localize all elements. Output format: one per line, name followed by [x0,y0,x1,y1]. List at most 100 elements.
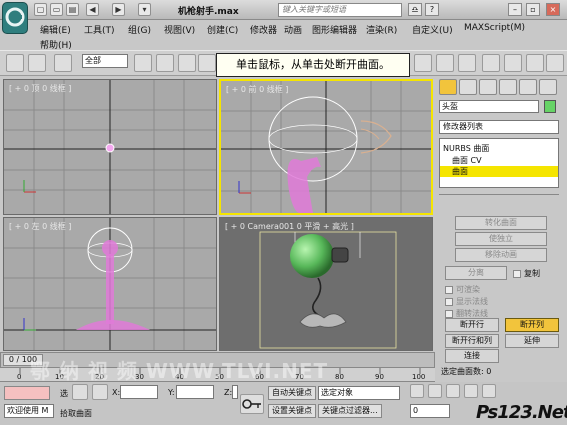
z-label: Z: [224,388,233,397]
tick-label: 90 [375,373,384,381]
viewport-camera[interactable]: [ + 0 Camera001 0 平滑 + 高光 ] [219,217,433,351]
viewport-top[interactable]: [ + 0 顶 0 线框 ] [3,79,217,215]
maxscript-listener[interactable] [4,386,50,400]
viewport-label[interactable]: [ + 0 前 0 线框 ] [226,84,288,95]
minimize-button[interactable]: – [508,3,522,16]
current-frame-field[interactable]: 0 [410,404,450,418]
key-filters-button[interactable]: 关键点过滤器... [318,404,382,418]
create-tab-icon[interactable] [439,79,457,95]
x-label: X: [112,388,121,397]
menu-tools[interactable]: 工具(T) [84,23,115,36]
modify-tab-icon[interactable] [459,79,477,95]
detach-button[interactable]: 分离 [445,266,507,280]
stack-item-surface[interactable]: 曲面 [440,166,558,177]
app-logo-icon[interactable] [2,2,28,34]
go-to-end-icon[interactable] [482,384,496,398]
hierarchy-tab-icon[interactable] [479,79,497,95]
key-icon[interactable] [240,394,264,414]
maximize-button[interactable]: ▫ [526,3,540,16]
stack-item-nurbs[interactable]: NURBS 曲面 [443,143,489,154]
selection-filter-dropdown[interactable]: 全部 [82,54,128,68]
camera-viewport-canvas [259,231,397,349]
utilities-tab-icon[interactable] [539,79,557,95]
viewport-label[interactable]: [ + 0 顶 0 线框 ] [9,83,71,94]
viewport-label[interactable]: [ + 0 左 0 线框 ] [9,221,71,232]
y-coordinate-field[interactable] [176,385,214,399]
front-viewport-canvas [221,81,431,213]
brand-watermark: Ps123.Net [476,402,567,423]
modifier-stack[interactable]: NURBS 曲面 曲面 CV 曲面 [439,138,559,188]
modifier-list-dropdown[interactable]: 修改器列表 [439,120,559,134]
make-independent-button[interactable]: 使独立 [455,232,547,246]
break-both-button[interactable]: 断开行和列 [445,334,499,348]
select-by-name-icon[interactable] [156,54,174,72]
play-icon[interactable] [446,384,460,398]
undo-icon[interactable]: ◀ [86,3,99,16]
display-tab-icon[interactable] [519,79,537,95]
menu-view[interactable]: 视图(V) [164,23,195,36]
material-editor-icon[interactable] [526,54,544,72]
unlink-icon[interactable] [28,54,46,72]
rectangular-selection-icon[interactable] [178,54,196,72]
display-normals-checkbox[interactable]: 显示法线 [445,296,488,307]
help-icon[interactable]: ? [425,3,439,16]
menu-graph-editors[interactable]: 图形编辑器 [312,23,357,36]
bind-spacewarp-icon[interactable] [54,54,72,72]
menu-modifiers[interactable]: 修改器 [250,23,277,36]
object-name-field[interactable]: 头盔 [439,100,539,113]
window-crossing-icon[interactable] [198,54,216,72]
motion-tab-icon[interactable] [499,79,517,95]
menu-create[interactable]: 创建(C) [207,23,238,36]
renderable-checkbox[interactable]: 可渲染 [445,284,480,295]
link-icon[interactable] [6,54,24,72]
search-input[interactable]: 键入关键字或短语 [278,3,402,17]
stack-item-surface-cv[interactable]: 曲面 CV [452,155,482,166]
viewport-front[interactable]: [ + 0 前 0 线框 ] [219,79,433,215]
copy-checkbox[interactable]: 复制 [513,268,540,279]
break-row-button[interactable]: 断开行 [445,318,499,332]
set-key-button[interactable]: 设置关键点 [268,404,316,418]
tick-label: 0 [17,373,22,381]
y-label: Y: [168,388,175,397]
join-button[interactable]: 连接 [445,349,499,363]
object-color-swatch[interactable] [544,100,556,113]
render-icon[interactable] [546,54,564,72]
convert-surface-button[interactable]: 转化曲面 [455,216,547,230]
extend-button[interactable]: 延伸 [505,334,559,348]
mirror-icon[interactable] [482,54,500,72]
menu-edit[interactable]: 编辑(E) [40,23,71,36]
tooltip: 单击鼠标，从单击处断开曲面。 [216,53,410,77]
menu-render[interactable]: 渲染(R) [366,23,397,36]
viewport-label[interactable]: [ + 0 Camera001 0 平滑 + 高光 ] [225,221,354,232]
named-selection-icon[interactable] [458,54,476,72]
snap-toggle-icon[interactable] [414,54,432,72]
menu-maxscript[interactable]: MAXScript(M) [464,23,525,33]
menu-animation[interactable]: 动画 [284,23,302,36]
welcome-field[interactable]: 欢迎使用 M [4,404,54,418]
close-button[interactable]: × [546,3,560,16]
previous-frame-icon[interactable] [428,384,442,398]
menu-customize[interactable]: 自定义(U) [412,23,453,36]
go-to-start-icon[interactable] [410,384,424,398]
lock-selection-icon[interactable] [72,384,88,400]
auto-key-button[interactable]: 自动关键点 [268,386,316,400]
select-object-icon[interactable] [134,54,152,72]
remove-animation-button[interactable]: 移除动画 [455,248,547,262]
angle-snap-icon[interactable] [436,54,454,72]
open-file-icon[interactable]: ▭ [50,3,63,16]
selected-object-dropdown[interactable]: 选定对象 [318,386,400,400]
menu-group[interactable]: 组(G) [128,23,151,36]
z-coordinate-field[interactable] [232,385,238,399]
command-panel: 头盔 修改器列表 NURBS 曲面 曲面 CV 曲面 转化曲面 使独立 移除动画… [435,76,567,396]
dropdown-icon[interactable]: ▾ [138,3,151,16]
absolute-mode-icon[interactable] [92,384,108,400]
x-coordinate-field[interactable] [120,385,158,399]
redo-icon[interactable]: ▶ [112,3,125,16]
break-column-button[interactable]: 断开列 [505,318,559,332]
align-icon[interactable] [504,54,522,72]
viewport-left[interactable]: [ + 0 左 0 线框 ] [3,217,217,351]
binoculars-icon[interactable]: ♎ [408,3,422,16]
next-frame-icon[interactable] [464,384,478,398]
save-file-icon[interactable]: ▤ [66,3,79,16]
new-file-icon[interactable]: ▢ [34,3,47,16]
